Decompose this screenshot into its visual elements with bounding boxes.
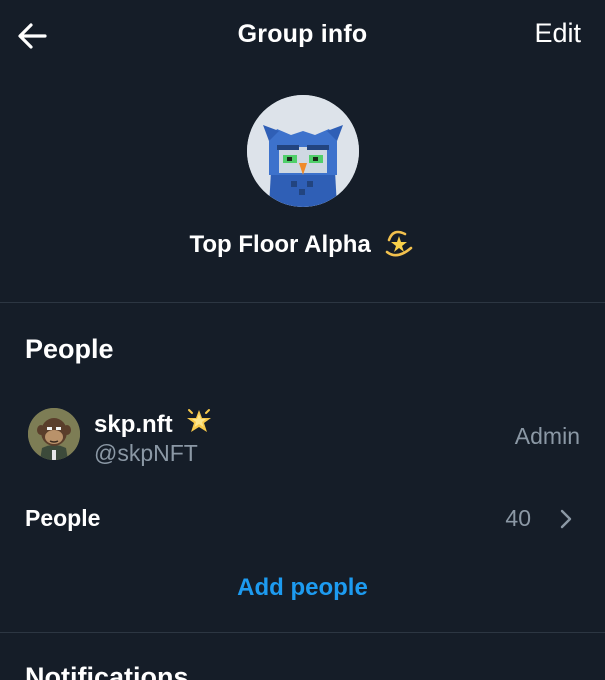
blue-owl-avatar: [247, 95, 359, 207]
ape-avatar: [28, 408, 80, 460]
member-handle: @skpNFT: [94, 440, 198, 466]
section-divider: [0, 302, 605, 303]
member-name-row: skp.nft: [94, 408, 213, 443]
group-name: Top Floor Alpha: [189, 231, 371, 258]
member-row[interactable]: skp.nft @skpNFT Admin: [0, 400, 605, 470]
member-role-badge: Admin: [514, 423, 580, 449]
chevron-right-icon: [560, 509, 572, 529]
dizzy-star-icon: [383, 230, 415, 265]
people-count: 40: [505, 505, 531, 531]
group-avatar[interactable]: [247, 95, 359, 207]
page-title: Group info: [237, 20, 368, 48]
section-divider: [0, 632, 605, 633]
member-name: skp.nft: [94, 411, 173, 438]
people-section-heading: People: [25, 334, 114, 364]
add-people-button[interactable]: Add people: [0, 574, 605, 602]
group-info-screen: Group info Edit Top Floor Alpha People s…: [0, 0, 605, 680]
people-row-label: People: [25, 505, 101, 531]
notifications-section-heading: Notifications: [25, 662, 189, 680]
glowing-star-icon: [185, 408, 213, 443]
people-count-row[interactable]: People 40: [0, 495, 605, 545]
member-avatar: [28, 408, 80, 460]
edit-button[interactable]: Edit: [534, 18, 581, 49]
group-name-row: Top Floor Alpha: [0, 230, 605, 265]
top-bar: Group info Edit: [0, 0, 605, 72]
